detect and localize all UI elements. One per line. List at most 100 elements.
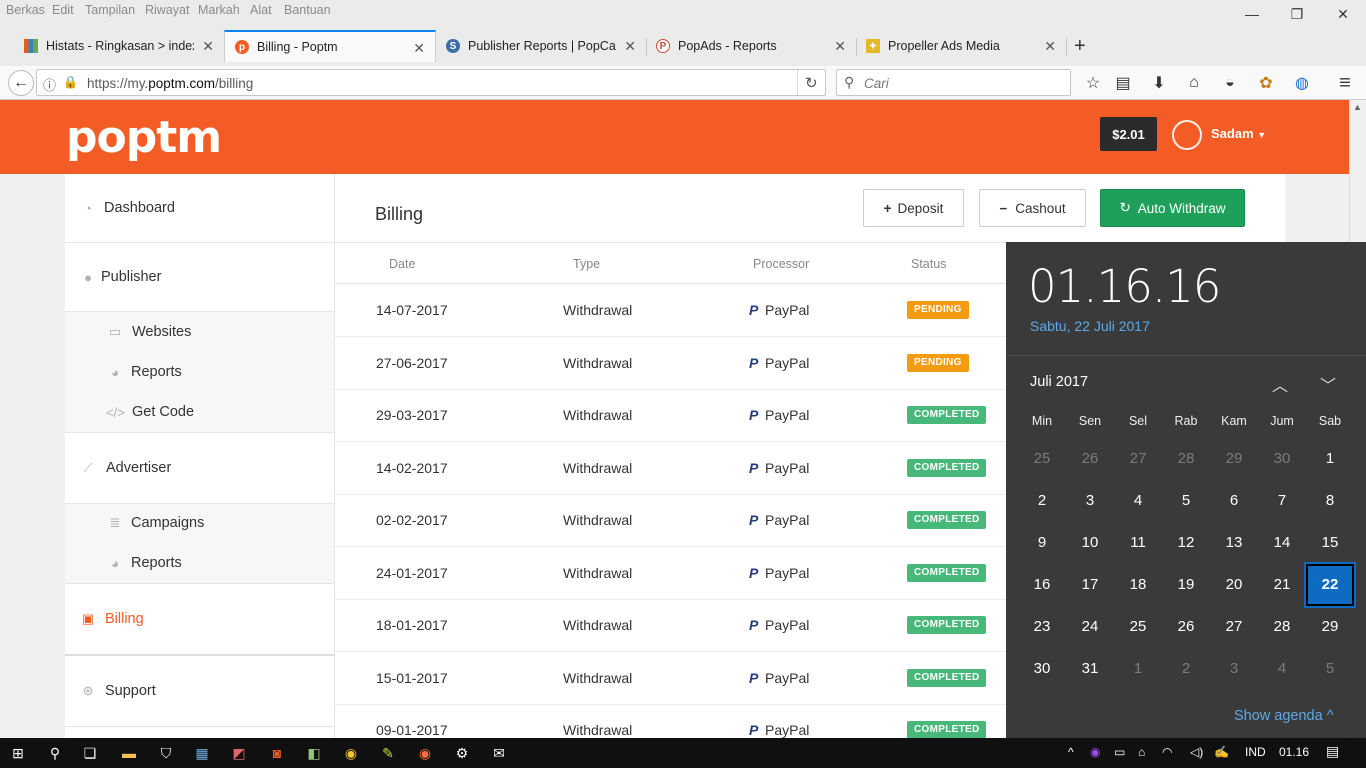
calendar-day[interactable]: 27 — [1210, 606, 1258, 648]
close-tab-icon[interactable]: ✕ — [624, 38, 636, 55]
calendar-day[interactable]: 31 — [1066, 648, 1114, 690]
extension-badge-icon[interactable]: ◍ — [1289, 70, 1315, 96]
close-tab-icon[interactable]: ✕ — [202, 38, 214, 55]
close-window-icon[interactable]: ✕ — [1320, 2, 1366, 26]
menu-berkas[interactable]: Berkas — [6, 3, 45, 17]
search-box[interactable]: ⚲ Cari — [836, 69, 1071, 96]
calendar-day[interactable]: 23 — [1018, 606, 1066, 648]
calendar-day[interactable]: 19 — [1162, 564, 1210, 606]
sidebar-item-get-code[interactable]: </> Get Code — [65, 392, 334, 432]
tab-propeller[interactable]: ✦ Propeller Ads Media ✕ — [856, 30, 1066, 62]
calendar-day[interactable]: 5 — [1162, 480, 1210, 522]
long-date-link[interactable]: Sabtu, 22 Juli 2017 — [1030, 318, 1150, 334]
calendar-day[interactable]: 11 — [1114, 522, 1162, 564]
calendar-month[interactable]: Juli 2017 — [1030, 374, 1088, 390]
calendar-day[interactable]: 28 — [1258, 606, 1306, 648]
calendar-day[interactable]: 24 — [1066, 606, 1114, 648]
calendar-day[interactable]: 26 — [1066, 438, 1114, 480]
menu-tampilan[interactable]: Tampilan — [85, 3, 135, 17]
sidebar-item-dashboard[interactable]: ◔ Dashboard — [65, 174, 334, 242]
sidebar-item-websites[interactable]: ▭ Websites — [65, 312, 334, 352]
calendar-day[interactable]: 2 — [1018, 480, 1066, 522]
download-icon[interactable]: ⬇ — [1146, 70, 1172, 96]
store-icon[interactable]: ⛉ — [156, 743, 176, 763]
deposit-button[interactable]: + Deposit — [863, 189, 964, 227]
calendar-day[interactable]: 13 — [1210, 522, 1258, 564]
calendar-day[interactable]: 30 — [1258, 438, 1306, 480]
close-tab-icon[interactable]: ✕ — [834, 38, 846, 55]
calendar-day[interactable]: 16 — [1018, 564, 1066, 606]
calendar-day[interactable]: 20 — [1210, 564, 1258, 606]
sidebar-item-publisher-reports[interactable]: ◕ Reports — [65, 352, 334, 392]
notepad-icon[interactable]: ✎ — [378, 743, 398, 763]
firefox-icon[interactable]: ◉ — [415, 743, 435, 763]
url-bar[interactable]: ⓘ 🔒 https://my.poptm.com/billing ↻ — [36, 69, 826, 96]
user-avatar-icon[interactable] — [1172, 120, 1202, 150]
poptm-logo[interactable]: poptm — [66, 112, 222, 163]
language-indicator[interactable]: IND — [1245, 745, 1266, 759]
hamburger-menu-icon[interactable]: ≡ — [1332, 70, 1358, 96]
app-icon[interactable]: ◩ — [229, 743, 249, 763]
menu-edit[interactable]: Edit — [52, 3, 74, 17]
calendar-day[interactable]: 9 — [1018, 522, 1066, 564]
calendar-day[interactable]: 29 — [1210, 438, 1258, 480]
calendar-day[interactable]: 6 — [1210, 480, 1258, 522]
pen-icon[interactable]: ✍ — [1214, 745, 1229, 759]
network-icon[interactable]: ⌂ — [1138, 745, 1145, 759]
menu-riwayat[interactable]: Riwayat — [145, 3, 189, 17]
show-hidden-icons[interactable]: ^ — [1068, 745, 1074, 759]
tab-popads[interactable]: P PopAds - Reports ✕ — [646, 30, 856, 62]
calendar-day[interactable]: 4 — [1114, 480, 1162, 522]
calendar-day[interactable]: 29 — [1306, 606, 1354, 648]
reload-icon[interactable]: ↻ — [805, 74, 818, 92]
file-explorer-icon[interactable]: ▬ — [119, 743, 139, 763]
calendar-day[interactable]: 15 — [1306, 522, 1354, 564]
battery-icon[interactable]: ▭ — [1114, 745, 1125, 759]
volume-icon[interactable]: ◁) — [1190, 745, 1203, 759]
calendar-day[interactable]: 10 — [1066, 522, 1114, 564]
sidebar-item-advertiser[interactable]: ⟋ Advertiser — [65, 433, 334, 503]
tab-billing-poptm[interactable]: p Billing - Poptm ✕ — [224, 30, 436, 62]
calendar-day[interactable]: 3 — [1066, 480, 1114, 522]
calendar-day[interactable]: 26 — [1162, 606, 1210, 648]
minimize-icon[interactable]: — — [1229, 2, 1275, 26]
home-icon[interactable]: ⌂ — [1181, 70, 1207, 96]
app-icon[interactable]: ▦ — [192, 743, 212, 763]
menu-alat[interactable]: Alat — [250, 3, 272, 17]
calendar-day[interactable]: 1 — [1306, 438, 1354, 480]
close-tab-icon[interactable]: ✕ — [1044, 38, 1056, 55]
column-type[interactable]: Type — [573, 257, 600, 271]
username[interactable]: Sadam ▼ — [1211, 126, 1266, 141]
calendar-day[interactable]: 27 — [1114, 438, 1162, 480]
action-center-icon[interactable]: ▤ — [1326, 743, 1339, 760]
calendar-day[interactable]: 3 — [1210, 648, 1258, 690]
auto-withdraw-button[interactable]: ↻ Auto Withdraw — [1100, 189, 1245, 227]
sidebar-item-support[interactable]: ⊛ Support — [65, 656, 334, 726]
chevron-down-icon[interactable]: ﹀ — [1320, 372, 1336, 396]
app-icon[interactable]: ⚙ — [452, 743, 472, 763]
tab-histats[interactable]: Histats - Ringkasan > indexn ✕ — [14, 30, 224, 62]
restore-icon[interactable]: ❐ — [1274, 2, 1320, 26]
calendar-day[interactable]: 5 — [1306, 648, 1354, 690]
calendar-day[interactable]: 7 — [1258, 480, 1306, 522]
pocket-icon[interactable]: ◒ — [1217, 70, 1243, 96]
sidebar-item-billing[interactable]: ▣ Billing — [65, 584, 334, 654]
close-tab-icon[interactable]: ✕ — [413, 40, 425, 57]
calendar-day[interactable]: 2 — [1162, 648, 1210, 690]
chrome-icon[interactable]: ◉ — [341, 743, 361, 763]
calendar-day[interactable]: 4 — [1258, 648, 1306, 690]
app-icon[interactable]: ◙ — [267, 743, 287, 763]
chevron-up-icon[interactable]: ︿ — [1272, 372, 1288, 396]
calendar-day[interactable]: 18 — [1114, 564, 1162, 606]
bookmark-star-icon[interactable]: ☆ — [1080, 70, 1106, 96]
info-icon[interactable]: ⓘ — [43, 75, 56, 94]
task-view-icon[interactable]: ❏ — [80, 743, 100, 763]
calendar-day[interactable]: 14 — [1258, 522, 1306, 564]
calendar-day[interactable]: 28 — [1162, 438, 1210, 480]
calendar-day[interactable]: 25 — [1018, 438, 1066, 480]
menu-bantuan[interactable]: Bantuan — [284, 3, 331, 17]
sidebar-item-advertiser-reports[interactable]: ◕ Reports — [65, 543, 334, 583]
cashout-button[interactable]: − Cashout — [979, 189, 1086, 227]
calendar-day[interactable]: 12 — [1162, 522, 1210, 564]
calendar-day-today[interactable]: 22 — [1304, 562, 1356, 608]
